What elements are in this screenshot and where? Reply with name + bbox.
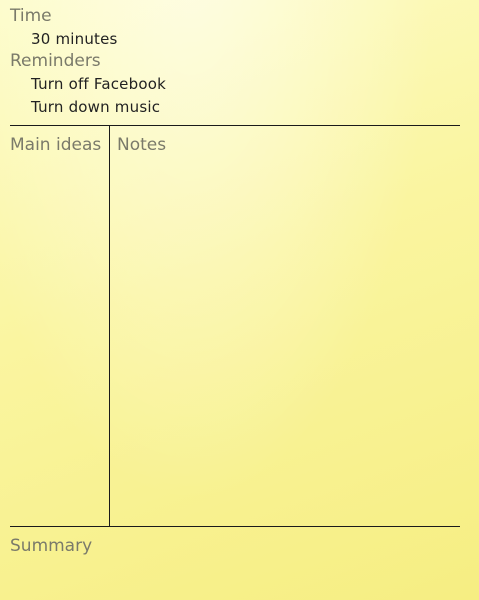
time-heading: Time [10, 6, 52, 26]
reminder-item: Turn off Facebook [31, 75, 166, 93]
column-divider-line [109, 125, 110, 526]
reminders-heading: Reminders [10, 51, 101, 71]
notes-heading: Notes [117, 135, 167, 155]
summary-heading: Summary [10, 536, 93, 556]
top-divider-line [10, 125, 460, 126]
time-value: 30 minutes [31, 30, 118, 48]
cornell-notes-page: Time 30 minutes Reminders Turn off Faceb… [0, 0, 479, 600]
bottom-divider-line [10, 526, 460, 527]
reminder-item: Turn down music [31, 98, 161, 116]
main-ideas-heading: Main ideas [10, 135, 102, 155]
